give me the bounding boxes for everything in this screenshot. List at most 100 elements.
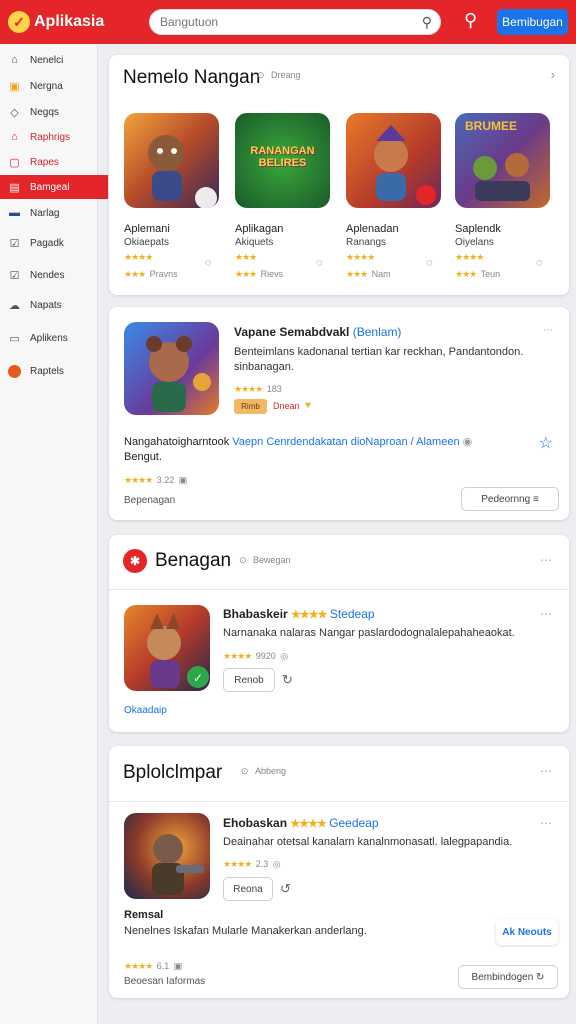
app-category: Akiquets	[235, 237, 274, 248]
rating-row: ★★★★ 6.1 ▣	[124, 961, 183, 971]
app-name: Aplemani	[124, 223, 170, 235]
rating-row: ★★★ Teun	[455, 269, 501, 279]
rating-count: 183	[266, 384, 282, 394]
sidebar-item-rapes[interactable]: ▢ Rapes	[0, 150, 108, 174]
section-link[interactable]: Okaadaip	[124, 705, 167, 716]
app-reviews: Rievs	[260, 269, 284, 279]
rating-row: ★★★ Rievs	[235, 269, 284, 279]
comment-icon[interactable]: ◌	[426, 257, 433, 269]
more-icon[interactable]: ⋯	[543, 325, 553, 336]
comment-icon[interactable]: ◌	[536, 257, 543, 269]
rating-row: ★★★★ 3.22 ▣	[124, 475, 188, 485]
sidebar-item-label: Raphrigs	[30, 131, 71, 143]
sidebar-item-apps[interactable]: ▭ Aplikens	[0, 326, 108, 350]
divider	[109, 801, 569, 802]
sidebar-item-cloud[interactable]: ☁ Napats	[0, 293, 108, 317]
price-badge: Rimb	[234, 399, 267, 414]
logo-check-icon: ✓	[8, 11, 30, 33]
sidebar-item-list[interactable]: ▬ Narlag	[0, 201, 108, 225]
gamepad-icon: ▤	[9, 181, 20, 194]
section-bplolclmpar: Bplolclmpar ⊙ Abbeng ⋯ Ehobaskan ★★★★ Ge…	[109, 746, 569, 998]
rating-count: 2.3	[255, 859, 269, 869]
app-tag[interactable]: Geedeap	[329, 816, 378, 830]
refresh-icon: ⊙	[241, 766, 249, 776]
share-icon[interactable]: ↻	[282, 672, 293, 688]
sidebar-item-grid[interactable]: ▣ Nergna	[0, 74, 108, 98]
badge-note: Dnean	[273, 401, 300, 411]
app-thumbnail[interactable]	[124, 813, 210, 899]
share-icon[interactable]: ↺	[280, 881, 291, 897]
sidebar-item-label: Napats	[30, 299, 62, 311]
top-bar: ✓ Aplikasia ⚲ ⚲ Bemibugan	[0, 0, 576, 44]
app-title-row: Bhabaskeir ★★★★ Stedeap	[223, 607, 375, 621]
search-icon[interactable]: ⚲	[422, 14, 432, 31]
sidebar-item-tags[interactable]: ◇ Negqs	[0, 100, 108, 124]
more-icon[interactable]: ⋯	[540, 607, 553, 621]
apps-icon: ▭	[9, 332, 20, 345]
character-icon	[152, 834, 204, 895]
sidebar-item-documents[interactable]: ☑ Pagadk	[0, 231, 108, 255]
review-rating: 3.22	[156, 475, 175, 485]
logo-text: Aplikasia	[34, 13, 105, 30]
sidebar-item-charts[interactable]: ☑ Nendes	[0, 263, 108, 287]
app-thumbnail[interactable]: ✓	[124, 605, 210, 691]
app-action-button[interactable]: Reona	[223, 877, 273, 901]
header-action-button[interactable]: Bemibugan	[497, 9, 568, 35]
spotlight-section: Vapane Semabdvakl (Benlam) ⋯ Benteimlans…	[109, 307, 569, 520]
review-link[interactable]: Vaepn Cenrdendakatan dioNaproan / Alamee…	[232, 436, 459, 448]
app-tag[interactable]: (Benlam)	[353, 325, 402, 339]
app-name: Bhabaskeir	[223, 607, 288, 621]
rating-row: ★★★★ 2.3 ◎	[223, 859, 281, 869]
app-thumbnail[interactable]	[124, 322, 219, 415]
app-thumbnail[interactable]	[124, 113, 219, 208]
footer-button-label: Bembindogen	[471, 971, 534, 983]
app-title-row: Ehobaskan ★★★★ Geedeap	[223, 816, 379, 830]
sidebar-item-home[interactable]: ⌂ Nenelci	[0, 48, 108, 72]
sidebar: ⌂ Nenelci ▣ Nergna ◇ Negqs ⌂ Raphrigs ▢ Rapes…	[0, 44, 108, 1024]
character-icon	[374, 125, 436, 205]
sidebar-item-profile[interactable]: Raptels	[0, 359, 108, 383]
app-name: Saplendk	[455, 223, 501, 235]
character-icon: ✓	[147, 613, 209, 688]
thumbnail-text: RANANGAN BELIRES	[250, 145, 315, 169]
app-category: Oiyelans	[455, 237, 494, 248]
more-icon[interactable]: ⋯	[540, 553, 553, 567]
info-icon: ◎	[280, 651, 289, 661]
refresh-icon: ⊙	[257, 70, 265, 80]
sidebar-item-label: Rapes	[30, 156, 59, 168]
section-rating: 6.1	[156, 961, 170, 971]
section-logo-icon: ✱	[123, 549, 147, 573]
search-icon[interactable]: ⚲	[464, 10, 477, 31]
search-input[interactable]	[160, 15, 410, 29]
search-bar[interactable]: ⚲	[149, 9, 441, 35]
floating-button[interactable]: Ak Neouts	[496, 919, 558, 945]
app-thumbnail[interactable]	[346, 113, 441, 208]
app-logo[interactable]: ✓ Aplikasia	[8, 11, 118, 33]
footer-button[interactable]: Pedeornng ≡	[461, 487, 559, 511]
comment-icon[interactable]: ◌	[205, 257, 212, 269]
heart-icon[interactable]: ♥	[305, 400, 311, 411]
app-description: Benteimlans kadonanal tertian kar reckha…	[234, 346, 524, 373]
star-outline-icon[interactable]: ☆	[539, 433, 553, 453]
info-icon: ◎	[272, 859, 281, 869]
app-thumbnail[interactable]: RANANGAN BELIRES	[235, 113, 330, 208]
app-thumbnail[interactable]: BRUMEE	[455, 113, 550, 208]
sidebar-item-label: Raptels	[30, 365, 64, 377]
app-name: Aplikagan	[235, 223, 284, 235]
sidebar-item-label: Nendes	[30, 269, 65, 281]
next-icon[interactable]: ›	[551, 67, 555, 82]
more-icon[interactable]: ⋯	[540, 764, 553, 778]
footer-button[interactable]: Bembindogen ↻	[458, 965, 558, 989]
sidebar-item-games[interactable]: ▤ Bamgeal	[0, 175, 108, 199]
star-icon: ▢	[9, 156, 20, 169]
app-action-button[interactable]: Renob	[223, 668, 275, 692]
rating-stars: ★★★★	[455, 252, 484, 262]
list-icon: ▬	[9, 207, 20, 219]
comment-icon[interactable]: ◌	[316, 257, 323, 269]
rating-row: ★★★★ 183	[234, 384, 282, 394]
grid-icon: ▣	[9, 80, 20, 93]
rating-row: ★★★★ 9920 ◎	[223, 651, 289, 661]
more-icon[interactable]: ⋯	[540, 816, 553, 830]
app-tag[interactable]: Stedeap	[330, 607, 375, 621]
sidebar-item-bookmarks[interactable]: ⌂ Raphrigs	[0, 125, 108, 149]
